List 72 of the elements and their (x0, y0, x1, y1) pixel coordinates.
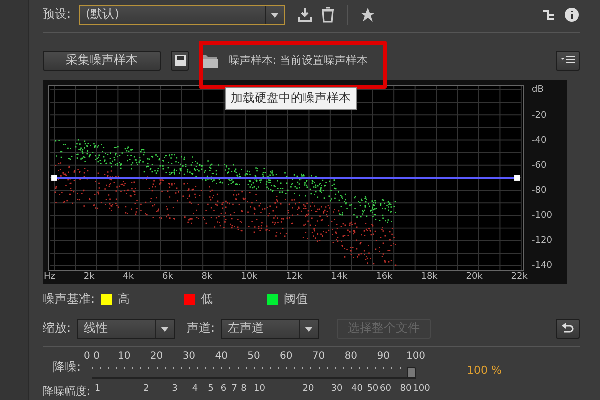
scale-label: 80 (344, 351, 358, 362)
axis-label: dB (532, 85, 545, 96)
legend-label: 噪声基准: (43, 290, 96, 308)
scale-label: 40 (352, 384, 363, 394)
channel-label: 声道: (187, 320, 216, 338)
star-icon[interactable] (360, 6, 376, 23)
save-icon[interactable] (171, 50, 189, 71)
capture-noise-sample-button[interactable]: 采集噪声样本 (43, 50, 161, 71)
legend-item: 低 (201, 290, 214, 308)
noise-reduction-label: 降噪: (52, 358, 81, 376)
scale-label: 10 (254, 384, 266, 394)
axis-label: 12k (286, 272, 303, 282)
scale-label: 1 (94, 384, 101, 394)
axis-label: 2k (84, 272, 95, 282)
slider-thumb[interactable] (407, 367, 416, 378)
scale-label: 100 (406, 351, 426, 362)
scale-label: 50 (248, 351, 260, 362)
scale-label: 70 (312, 351, 326, 362)
axis-label: 14k (331, 272, 348, 282)
trash-icon[interactable] (321, 6, 336, 23)
scale-dropdown[interactable]: 线性 (77, 318, 176, 339)
channel-dropdown[interactable]: 左声道 (221, 318, 320, 339)
scale-label: 6 (220, 384, 227, 394)
scale-label: 60 (380, 384, 392, 394)
scale-label: 80 (400, 384, 412, 394)
scale-label: 40 (215, 351, 228, 362)
scale-label: 3 (172, 384, 178, 394)
axis-label: -80 (532, 186, 548, 196)
reset-icon[interactable] (556, 318, 580, 339)
axis-label: 10k (241, 272, 258, 282)
axis-label: 4k (123, 272, 134, 282)
axis-label: 16k (376, 272, 393, 282)
axis-label: -60 (532, 160, 548, 171)
scale-label: 4 (192, 384, 198, 394)
legend-item: 阈值 (284, 290, 308, 308)
noise-sample-label: 噪声样本: 当前设置噪声样本 (229, 53, 368, 68)
axis-label: 18k (421, 272, 438, 282)
scale-label: 20 (302, 384, 314, 394)
axis-label: 22k (511, 272, 528, 282)
scale-label: 2 (144, 384, 150, 394)
axis-label: 20k (466, 272, 483, 282)
routing-icon[interactable] (542, 8, 556, 22)
axis-label: Hz (44, 272, 56, 282)
scale-label: 30 (182, 351, 196, 362)
preset-label: 预设: (43, 6, 72, 24)
scale-label: 8 (241, 384, 247, 394)
scale-label: 60 (280, 351, 293, 362)
axis-label: -120 (532, 236, 552, 246)
noise-reduction-reading: 100 % (467, 364, 502, 377)
scale-label: 0 0 (84, 351, 100, 362)
info-icon[interactable] (564, 6, 580, 23)
axis-label: -40 (532, 136, 548, 146)
preset-dropdown[interactable]: (默认) (79, 4, 286, 25)
axis-label: -140 (532, 261, 552, 272)
scale-label: 100 (413, 384, 430, 394)
scale-label: 10 (118, 351, 131, 362)
axis-label: -100 (532, 211, 552, 222)
axis-label: -20 (532, 110, 548, 121)
scale-label: 20 (150, 351, 164, 362)
menu-icon[interactable] (556, 50, 580, 71)
scale-label: 90 (377, 351, 390, 362)
scale-label: 7 (232, 384, 238, 394)
legend-item: 高 (118, 290, 130, 308)
axis-label: 6k (162, 272, 174, 282)
axis-label: 8k (202, 272, 213, 282)
scale-label: 50 (367, 384, 379, 394)
tooltip: 加载硬盘中的噪声样本 (225, 87, 357, 110)
scale-label: 5 (208, 384, 214, 394)
download-icon[interactable] (297, 6, 314, 23)
reduction-amount-label: 降噪幅度: (43, 384, 91, 399)
scale-label: 30 (331, 384, 343, 394)
scale-label: 缩放: (43, 320, 72, 338)
